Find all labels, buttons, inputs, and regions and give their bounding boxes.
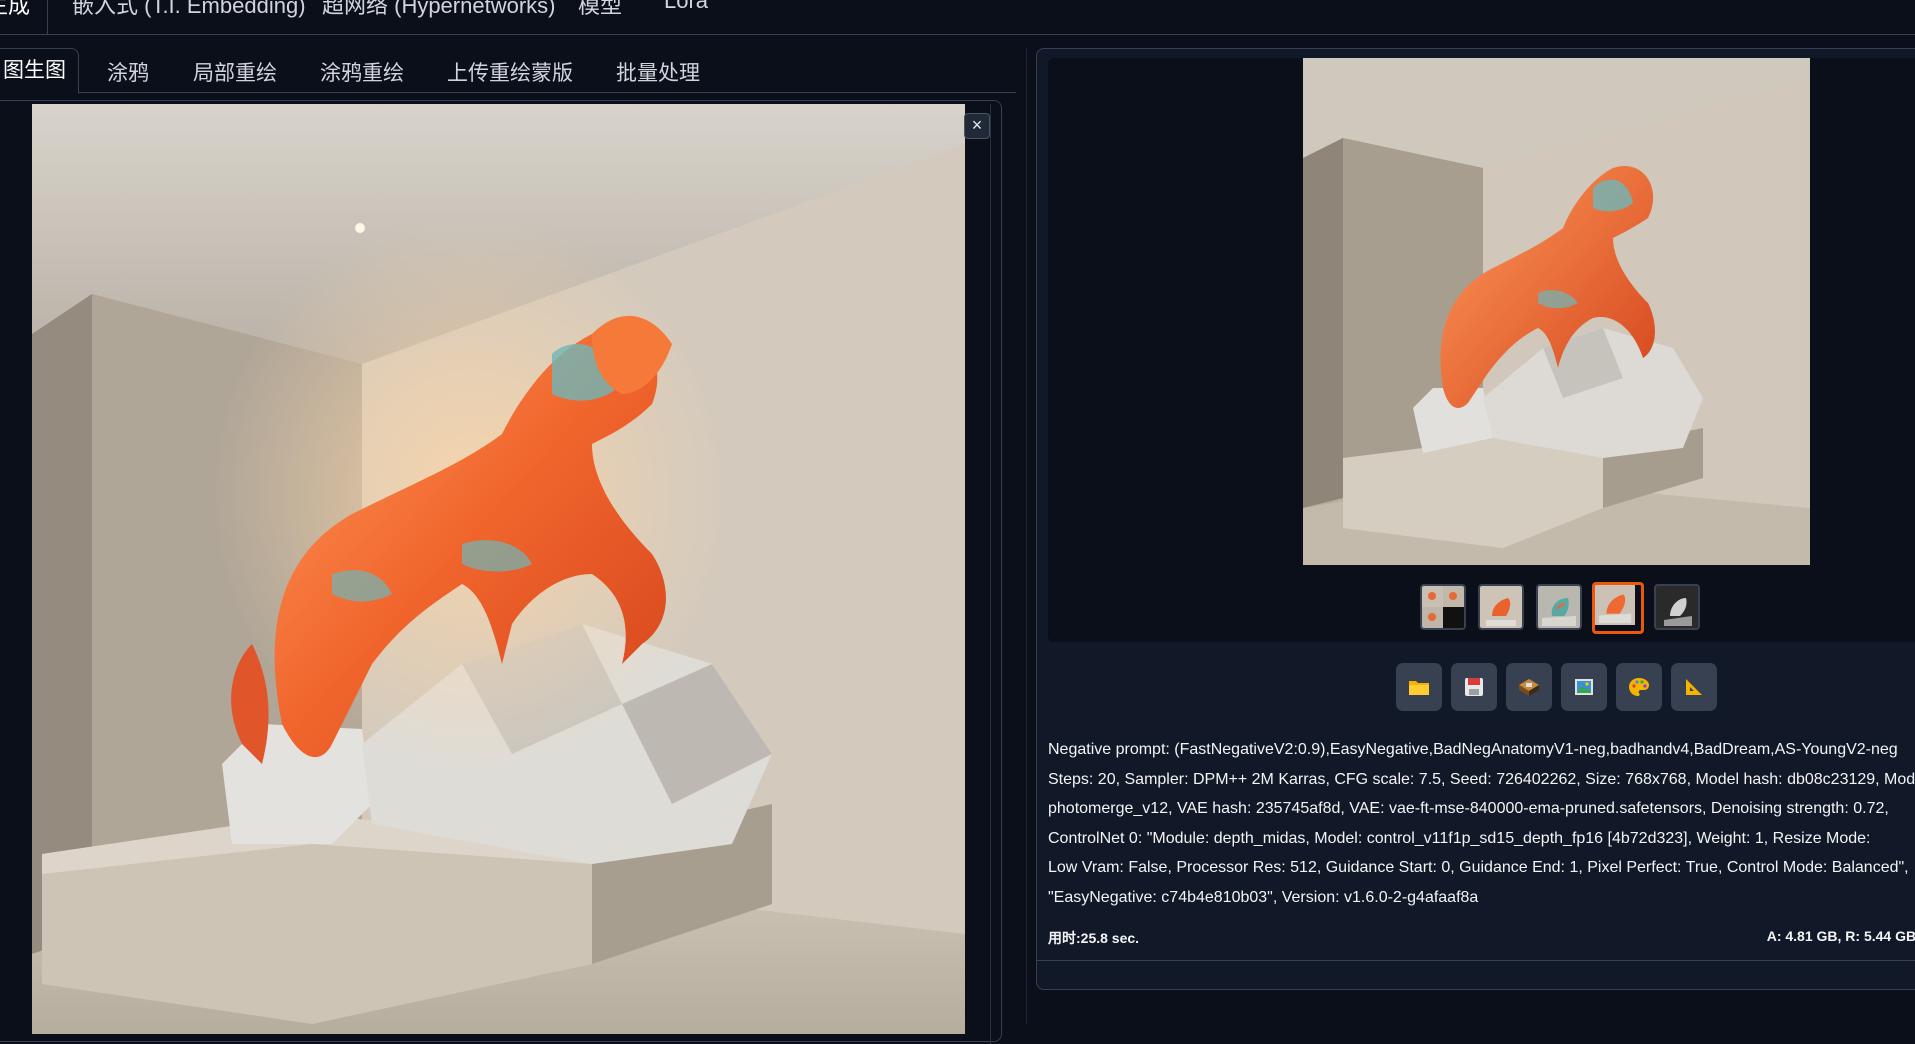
save-icon bbox=[1465, 678, 1483, 696]
info-line: "EasyNegative: c74b4e810b03", Version: v… bbox=[1048, 888, 1479, 906]
time-taken: 用时:25.8 sec. bbox=[1048, 930, 1140, 946]
thumbnail-depth-map[interactable] bbox=[1654, 584, 1700, 630]
tab-img2img[interactable]: 图生图 bbox=[0, 48, 79, 94]
thumbnail-result-3-image bbox=[1595, 585, 1635, 625]
panel-bottom-border bbox=[1036, 960, 1915, 961]
tab-hypernetworks[interactable]: 超网络 (Hypernetworks) bbox=[322, 0, 555, 20]
picture-icon bbox=[1575, 679, 1593, 695]
triangle-ruler-icon bbox=[1686, 679, 1702, 695]
tab-generate[interactable]: 生成 bbox=[0, 0, 30, 20]
tab-lora[interactable]: Lora bbox=[664, 0, 708, 14]
tab-embedding[interactable]: 嵌入式 (T.I. Embedding) bbox=[72, 0, 306, 20]
thumbnail-result-3[interactable] bbox=[1592, 582, 1644, 634]
generation-info: Negative prompt: (FastNegativeV2:0.9),Ea… bbox=[1048, 735, 1915, 912]
palette-icon bbox=[1629, 678, 1649, 696]
info-line: ControlNet 0: "Module: depth_midas, Mode… bbox=[1048, 829, 1871, 847]
thumbnail-result-2-image bbox=[1538, 586, 1580, 628]
send-to-img2img-button[interactable] bbox=[1561, 663, 1607, 711]
clear-image-button[interactable]: × bbox=[964, 113, 990, 139]
top-tab-bar: 生成 嵌入式 (T.I. Embedding) 超网络 (Hypernetwor… bbox=[0, 0, 1915, 35]
folder-icon bbox=[1409, 681, 1429, 695]
send-to-inpaint-button[interactable] bbox=[1616, 663, 1662, 711]
send-to-extras-button[interactable] bbox=[1671, 663, 1717, 711]
tab-inpaint-sketch[interactable]: 涂鸦重绘 bbox=[320, 56, 404, 92]
info-line: photomerge_v12, VAE hash: 235745af8d, VA… bbox=[1048, 800, 1889, 817]
panel-divider bbox=[1026, 48, 1027, 1024]
tab-inpaint[interactable]: 局部重绘 bbox=[193, 56, 277, 92]
thumbnail-depth-map-image bbox=[1656, 586, 1698, 628]
tab-separator bbox=[47, 0, 48, 34]
save-button[interactable] bbox=[1451, 663, 1497, 711]
input-image[interactable] bbox=[32, 104, 965, 1034]
input-image-picture bbox=[32, 104, 965, 1034]
preview-picture bbox=[1303, 58, 1810, 565]
info-line: Low Vram: False, Processor Res: 512, Gui… bbox=[1048, 859, 1909, 876]
open-folder-button[interactable] bbox=[1396, 663, 1442, 711]
thumbnail-result-2[interactable] bbox=[1536, 584, 1582, 630]
thumbnail-grid-image bbox=[1422, 586, 1464, 628]
zip-button[interactable] bbox=[1506, 663, 1552, 711]
thumbnail-grid[interactable] bbox=[1420, 584, 1466, 630]
info-line: Negative prompt: (FastNegativeV2:0.9),Ea… bbox=[1048, 741, 1898, 758]
zip-icon bbox=[1519, 679, 1539, 696]
tab-inpaint-upload[interactable]: 上传重绘蒙版 bbox=[447, 56, 573, 92]
info-line: Steps: 20, Sampler: DPM++ 2M Karras, CFG… bbox=[1048, 770, 1915, 788]
performance-bar: 用时:25.8 sec. A: 4.81 GB, R: 5.44 GB, bbox=[1048, 928, 1915, 950]
gallery-preview-image[interactable] bbox=[1303, 58, 1810, 565]
tab-models[interactable]: 模型 bbox=[578, 0, 622, 20]
img2img-subtab-bar: 图生图 涂鸦 局部重绘 涂鸦重绘 上传重绘蒙版 批量处理 bbox=[0, 48, 1016, 94]
thumbnail-result-1-image bbox=[1480, 586, 1522, 628]
tab-batch[interactable]: 批量处理 bbox=[616, 56, 700, 92]
thumbnail-result-1[interactable] bbox=[1478, 584, 1524, 630]
vram-usage: A: 4.81 GB, R: 5.44 GB, bbox=[1766, 928, 1915, 944]
tab-sketch[interactable]: 涂鸦 bbox=[107, 56, 149, 92]
